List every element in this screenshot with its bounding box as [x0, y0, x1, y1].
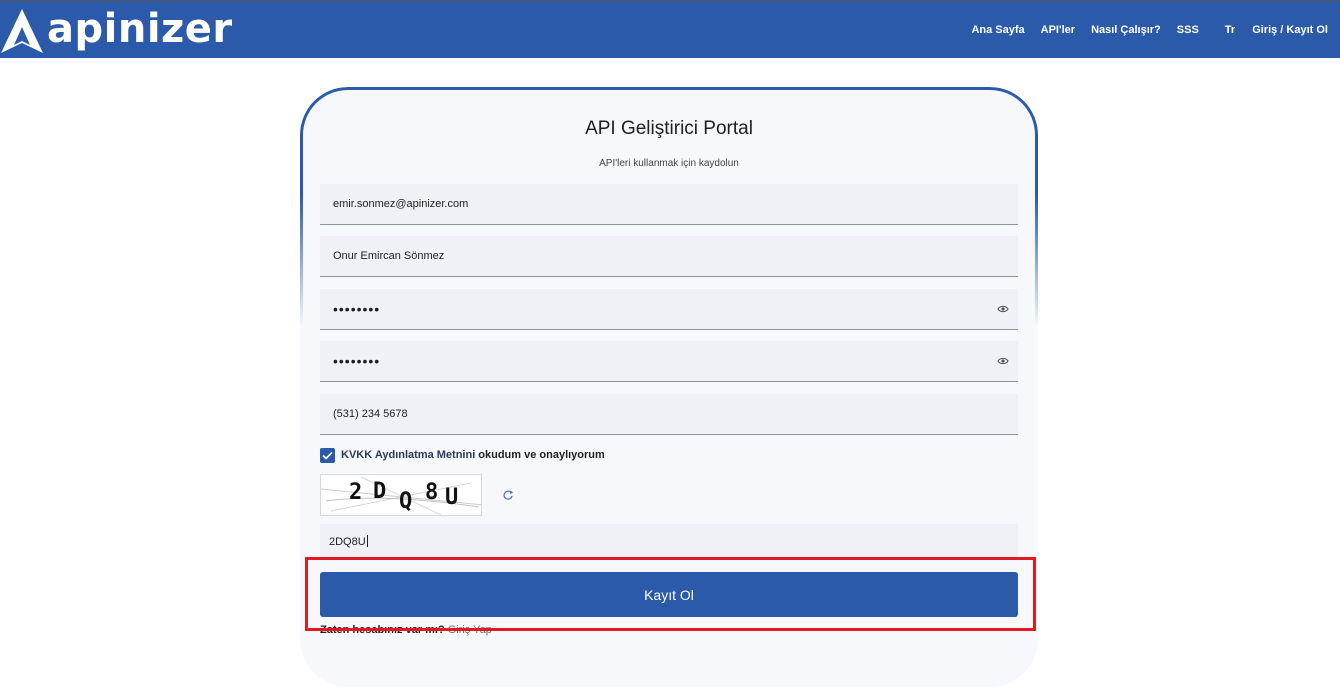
password-confirm-value: •••••••• [333, 353, 381, 369]
kvkk-consent: KVKK Aydınlatma Metnini okudum ve onaylı… [320, 447, 605, 463]
full-name-field[interactable]: Onur Emircan Sönmez [320, 236, 1018, 277]
refresh-icon[interactable] [502, 489, 514, 501]
svg-text:U: U [445, 485, 458, 510]
page-subtitle: API'leri kullanmak için kaydolun [599, 158, 739, 169]
login-register-link[interactable]: Giriş / Kayıt Ol [1252, 24, 1328, 36]
full-name-value: Onur Emircan Sönmez [333, 250, 445, 262]
kvkk-consent-text: okudum ve onaylıyorum [478, 449, 605, 461]
language-switcher[interactable]: Tr [1225, 24, 1235, 36]
svg-text:8: 8 [425, 480, 438, 505]
highlight-box [305, 557, 1036, 631]
email-field[interactable]: emir.sonmez@apinizer.com [320, 184, 1018, 225]
logo-mark-icon [1, 9, 43, 53]
password-confirm-field[interactable]: •••••••• [320, 341, 1018, 382]
nav-item-how-it-works[interactable]: Nasıl Çalışır? [1091, 24, 1161, 36]
eye-icon[interactable] [997, 304, 1009, 314]
svg-text:2: 2 [349, 480, 362, 505]
captcha-input[interactable]: 2DQ8U [320, 524, 1018, 560]
main-nav: Ana Sayfa API'ler Nasıl Çalışır? SSS Tr … [955, 1, 1328, 59]
top-navigation-bar: apinizer Ana Sayfa API'ler Nasıl Çalışır… [0, 0, 1340, 58]
nav-item-faq[interactable]: SSS [1177, 24, 1199, 36]
password-field[interactable]: •••••••• [320, 289, 1018, 330]
apinizer-logo[interactable]: apinizer [0, 6, 233, 55]
page-title: API Geliştirici Portal [585, 118, 753, 139]
captcha-input-value: 2DQ8U [329, 536, 366, 548]
kvkk-checkbox[interactable] [320, 447, 335, 463]
text-cursor [366, 535, 368, 547]
svg-text:Q: Q [399, 489, 412, 514]
captcha-image: 2 D Q 8 U [320, 474, 482, 516]
phone-value: (531) 234 5678 [333, 408, 408, 420]
email-value: emir.sonmez@apinizer.com [333, 198, 469, 210]
phone-field[interactable]: (531) 234 5678 [320, 394, 1018, 435]
svg-text:D: D [373, 479, 386, 504]
nav-item-home[interactable]: Ana Sayfa [971, 24, 1024, 36]
kvkk-link[interactable]: KVKK Aydınlatma Metnini [341, 449, 475, 461]
nav-item-apis[interactable]: API'ler [1041, 24, 1075, 36]
eye-icon[interactable] [997, 356, 1009, 366]
brand-name: apinizer [47, 6, 233, 52]
checkmark-icon [322, 451, 333, 460]
password-value: •••••••• [333, 301, 381, 317]
